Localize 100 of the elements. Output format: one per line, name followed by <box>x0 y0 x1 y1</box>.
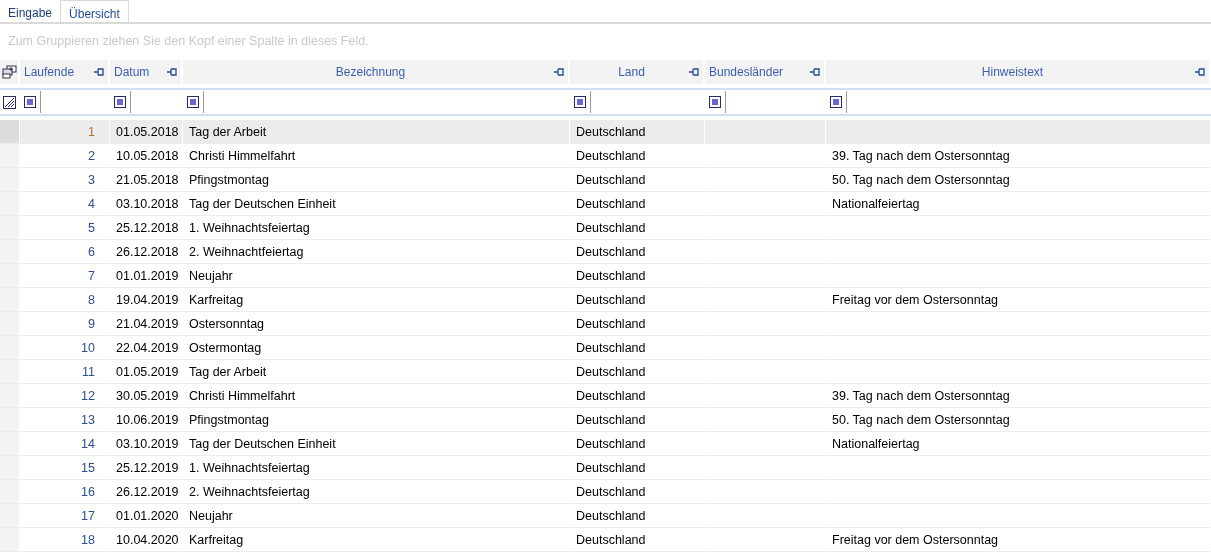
table-row[interactable]: 8 19.04.2019 Karfreitag Deutschland Freitag vor dem Ostersonntag <box>0 288 1211 312</box>
filter-operator-icon[interactable] <box>24 96 36 108</box>
table-cell: Deutschland <box>576 125 646 139</box>
table-cell: Nationalfeiertag <box>832 197 920 211</box>
table-cell: Deutschland <box>576 317 646 331</box>
table-cell: 4 <box>88 197 95 211</box>
table-cell: Deutschland <box>576 197 646 211</box>
table-cell: Tag der Arbeit <box>189 125 267 139</box>
table-cell: Deutschland <box>576 149 646 163</box>
column-chooser-icon[interactable] <box>2 65 17 79</box>
table-cell: Deutschland <box>576 461 646 475</box>
pin-icon[interactable] <box>1195 68 1205 76</box>
table-cell: 50. Tag nach dem Ostersonntag <box>832 413 1010 427</box>
table-cell: 5 <box>88 221 95 235</box>
table-cell: Freitag vor dem Ostersonntag <box>832 533 999 547</box>
table-cell: Christi Himmelfahrt <box>189 389 296 403</box>
table-cell: Tag der Deutschen Einheit <box>189 437 336 451</box>
table-cell: 39. Tag nach dem Ostersonntag <box>832 389 1010 403</box>
table-cell: 13 <box>81 413 95 427</box>
pin-icon[interactable] <box>810 68 820 76</box>
table-cell: 25.12.2018 <box>116 221 179 235</box>
filter-operator-icon[interactable] <box>830 96 842 108</box>
table-cell: 25.12.2019 <box>116 461 179 475</box>
column-header[interactable]: Land <box>570 60 705 84</box>
column-header[interactable]: Hinweistext <box>826 60 1211 84</box>
table-cell: 30.05.2019 <box>116 389 179 403</box>
table-row[interactable]: 3 21.05.2018 Pfingstmontag Deutschland 50. Tag nach dem Ostersonntag <box>0 168 1211 192</box>
table-cell: Ostermontag <box>189 341 262 355</box>
table-cell: 01.05.2018 <box>116 125 179 139</box>
table-cell: 50. Tag nach dem Ostersonntag <box>832 173 1010 187</box>
table-row[interactable]: 13 10.06.2019 Pfingstmontag Deutschland 50. Tag nach dem Ostersonntag <box>0 408 1211 432</box>
table-row[interactable]: 16 26.12.2019 2. Weihnachtsfeiertag Deutschland <box>0 480 1211 504</box>
row-indicator[interactable] <box>0 144 20 168</box>
table-cell: 01.05.2019 <box>116 365 179 379</box>
table-row[interactable]: 17 01.01.2020 Neujahr Deutschland <box>0 504 1211 528</box>
table-cell: 8 <box>88 293 95 307</box>
table-row[interactable]: 18 10.04.2020 Karfreitag Deutschland Freitag vor dem Ostersonntag <box>0 528 1211 552</box>
table-row[interactable]: 15 25.12.2019 1. Weihnachtsfeiertag Deutschland <box>0 456 1211 480</box>
table-cell: 1. Weihnachtsfeiertag <box>189 221 310 235</box>
table-row[interactable]: 1 01.05.2018 Tag der Arbeit Deutschland <box>0 120 1211 144</box>
table-cell: Deutschland <box>576 485 646 499</box>
table-cell: 01.01.2019 <box>116 269 179 283</box>
pin-icon[interactable] <box>167 68 177 76</box>
tab[interactable]: Eingabe <box>0 0 61 22</box>
column-header[interactable]: Laufende <box>20 60 110 84</box>
table-cell: 10.06.2019 <box>116 413 179 427</box>
table-row[interactable]: 14 03.10.2019 Tag der Deutschen Einheit Deutschland Nationalfeiertag <box>0 432 1211 456</box>
table-cell: 19.04.2019 <box>116 293 179 307</box>
column-header[interactable]: Bezeichnung <box>183 60 570 84</box>
filter-operator-icon[interactable] <box>114 96 126 108</box>
clear-filter-icon[interactable] <box>3 95 16 109</box>
table-row[interactable]: 5 25.12.2018 1. Weihnachtsfeiertag Deutschland <box>0 216 1211 240</box>
filter-operator-icon[interactable] <box>709 96 721 108</box>
table-cell: 1. Weihnachtsfeiertag <box>189 461 310 475</box>
table-cell: Pfingstmontag <box>189 173 269 187</box>
table-cell: 11 <box>82 365 95 379</box>
filter-operator-icon[interactable] <box>574 96 586 108</box>
filter-operator-icon[interactable] <box>187 96 199 108</box>
table-row[interactable]: 7 01.01.2019 Neujahr Deutschland <box>0 264 1211 288</box>
table-cell: Deutschland <box>576 413 646 427</box>
table-row[interactable]: 10 22.04.2019 Ostermontag Deutschland <box>0 336 1211 360</box>
table-cell: 03.10.2018 <box>116 197 179 211</box>
row-indicator[interactable] <box>0 120 20 144</box>
pin-icon[interactable] <box>554 68 564 76</box>
table-cell: Karfreitag <box>189 293 244 307</box>
table-row[interactable]: 2 10.05.2018 Christi Himmelfahrt Deutschland 39. Tag nach dem Ostersonntag <box>0 144 1211 168</box>
table-cell: 7 <box>88 269 95 283</box>
table-cell: Deutschland <box>576 221 646 235</box>
table-cell: Freitag vor dem Ostersonntag <box>832 293 999 307</box>
column-header[interactable]: Datum <box>110 60 183 84</box>
table-row[interactable]: 12 30.05.2019 Christi Himmelfahrt Deutschland 39. Tag nach dem Ostersonntag <box>0 384 1211 408</box>
table-cell: 10.05.2018 <box>116 149 179 163</box>
table-cell: 03.10.2019 <box>116 437 179 451</box>
table-cell: 2. Weihnachtsfeiertag <box>189 485 310 499</box>
table-row[interactable]: 9 21.04.2019 Ostersonntag Deutschland <box>0 312 1211 336</box>
table-cell: Ostersonntag <box>189 317 265 331</box>
table-cell: 26.12.2018 <box>116 245 179 259</box>
table-cell: 9 <box>88 317 95 331</box>
table-cell: Neujahr <box>189 509 233 523</box>
table-cell: 10 <box>81 341 95 355</box>
table-row[interactable]: 11 01.05.2019 Tag der Arbeit Deutschland <box>0 360 1211 384</box>
table-cell: Tag der Deutschen Einheit <box>189 197 336 211</box>
table-cell: 39. Tag nach dem Ostersonntag <box>832 149 1010 163</box>
table-cell: 2. Weihnachtfeiertag <box>189 245 304 259</box>
table-cell: Karfreitag <box>189 533 244 547</box>
table-cell: Deutschland <box>576 269 646 283</box>
table-cell: Deutschland <box>576 533 646 547</box>
table-cell: 2 <box>88 149 95 163</box>
table-cell: 3 <box>88 173 95 187</box>
table-row[interactable]: 6 26.12.2018 2. Weihnachtfeiertag Deutschland <box>0 240 1211 264</box>
table-cell: Deutschland <box>576 365 646 379</box>
tab[interactable]: Übersicht <box>60 0 129 22</box>
pin-icon[interactable] <box>689 68 699 76</box>
table-cell: Deutschland <box>576 389 646 403</box>
table-row[interactable]: 4 03.10.2018 Tag der Deutschen Einheit Deutschland Nationalfeiertag <box>0 192 1211 216</box>
table-cell: 18 <box>81 533 95 547</box>
pin-icon[interactable] <box>94 68 104 76</box>
table-cell: Tag der Arbeit <box>189 365 267 379</box>
column-header[interactable]: Bundesländer <box>705 60 826 84</box>
table-cell: 21.04.2019 <box>116 317 179 331</box>
